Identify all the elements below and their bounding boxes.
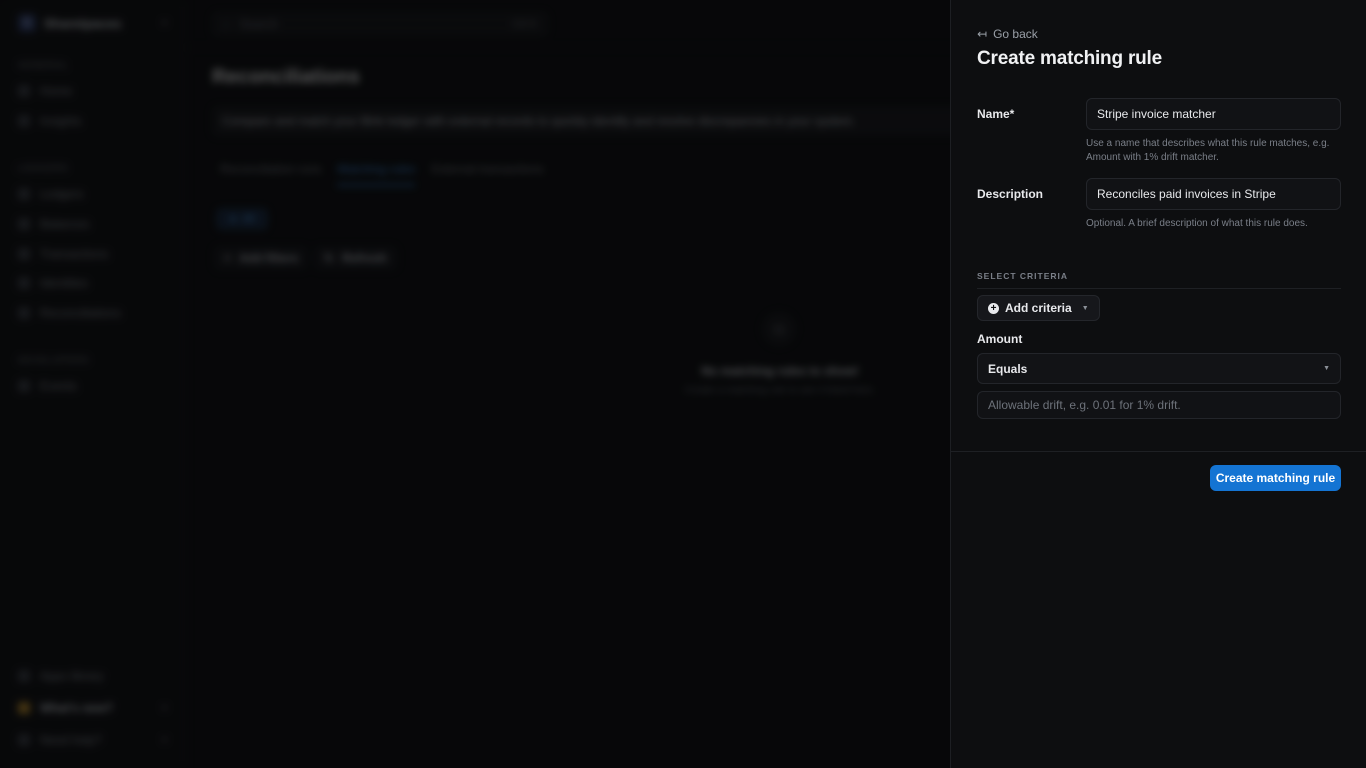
description-help-text: Optional. A brief description of what th… [1086,218,1308,229]
drawer-title: Create matching rule [977,48,1162,69]
chevron-down-icon: ▼ [1323,365,1330,372]
footer-divider [951,451,1366,452]
add-criteria-button[interactable]: + Add criteria ▼ [977,295,1100,321]
arrow-left-icon: ↤ [977,27,988,41]
criteria-section-header: SELECT CRITERIA [977,271,1069,281]
description-label: Description [977,187,1044,201]
plus-circle-icon: + [988,302,999,314]
add-criteria-label: Add criteria [1005,301,1072,315]
create-matching-rule-button[interactable]: Create matching rule [1210,465,1341,491]
chevron-down-icon: ▼ [1081,304,1089,312]
create-rule-drawer: ↤ Go back Create matching rule Name* Use… [950,0,1366,768]
name-field[interactable] [1086,98,1341,130]
go-back-link[interactable]: ↤ Go back [977,27,1038,41]
amount-operator-select[interactable]: Equals ▼ [977,353,1341,384]
amount-operator-value: Equals [988,361,1028,376]
go-back-label: Go back [993,27,1038,41]
amount-label: Amount [977,332,1023,346]
name-label: Name* [977,107,1015,121]
description-field[interactable] [1086,178,1341,210]
name-help-text: Use a name that describes what this rule… [1086,138,1330,163]
criteria-divider [977,288,1341,289]
drift-input[interactable] [977,391,1341,419]
